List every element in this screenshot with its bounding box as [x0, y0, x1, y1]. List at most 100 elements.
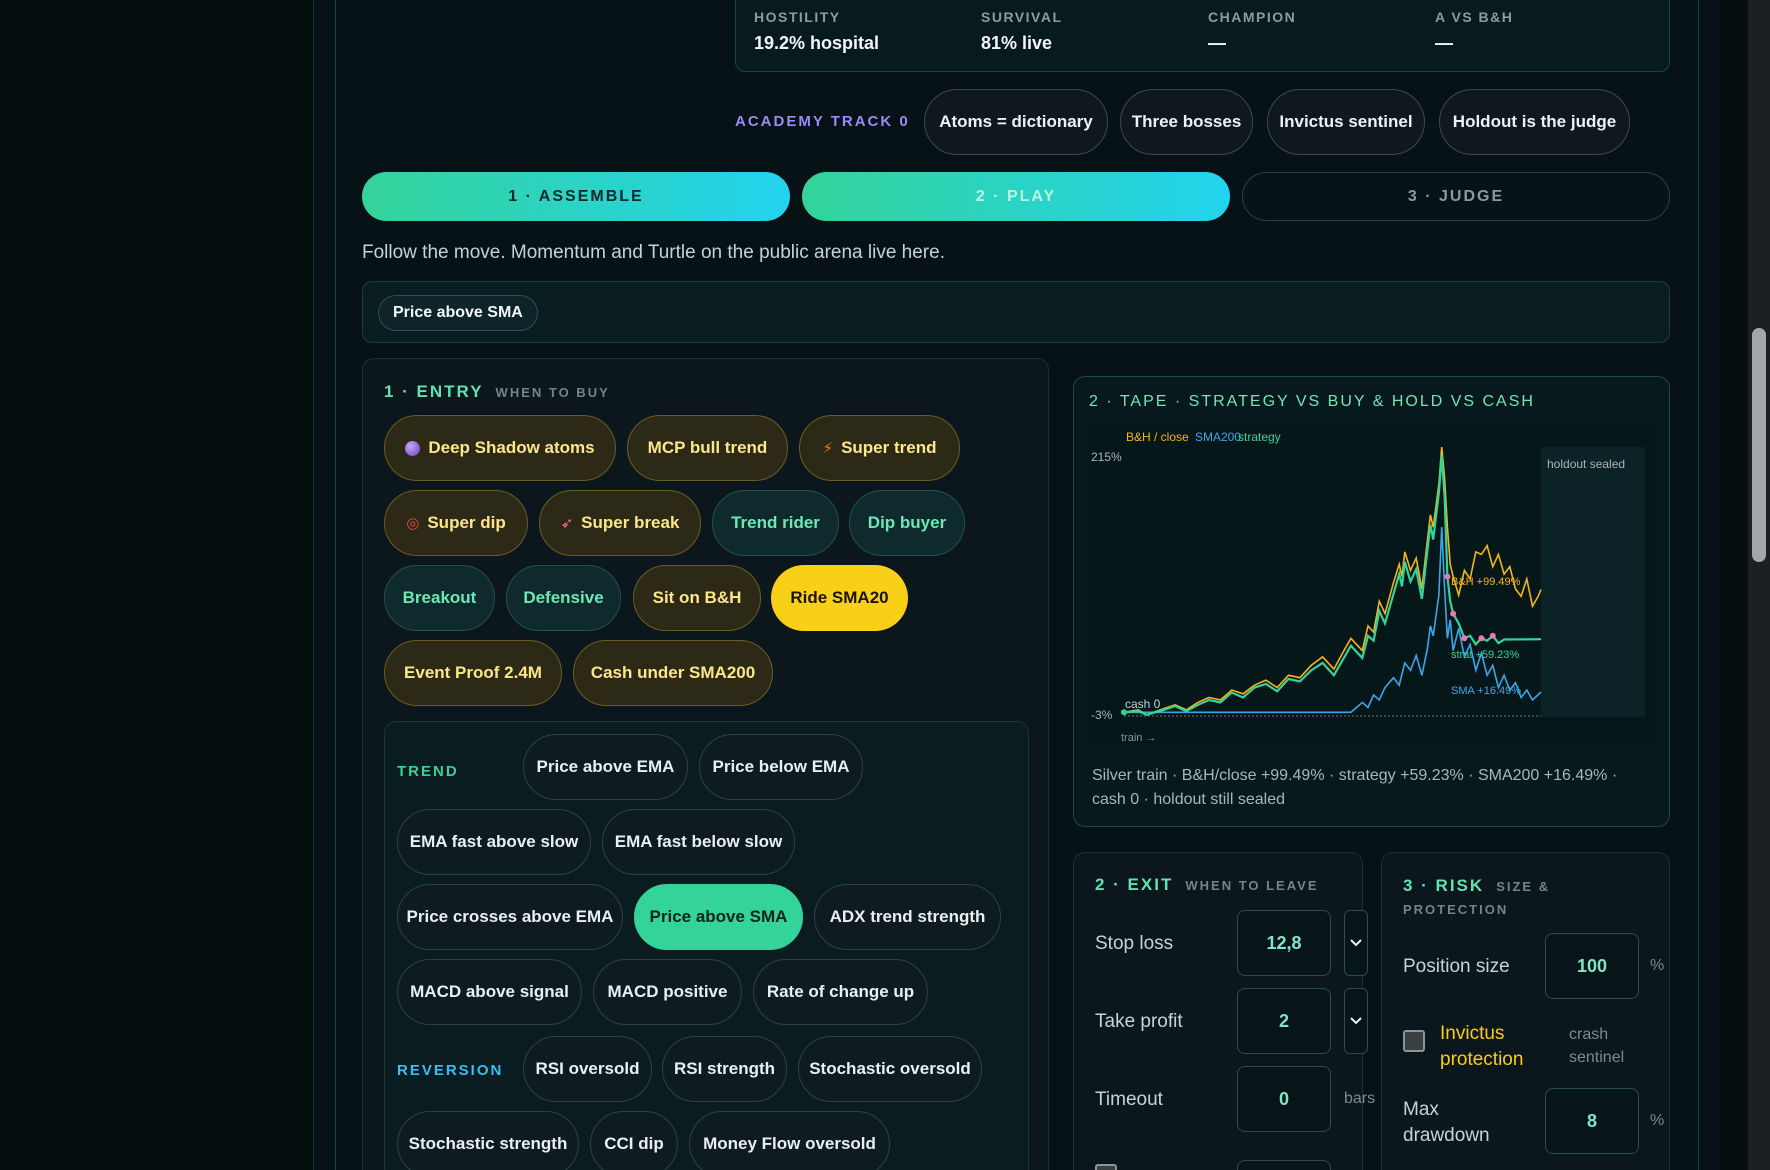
stat-survival: SURVIVAL 81% live: [981, 9, 1063, 53]
left-gutter: [0, 0, 313, 1170]
cond-rsi-oversold[interactable]: RSI oversold: [523, 1036, 652, 1102]
holdout-label: holdout sealed: [1547, 457, 1625, 471]
take-profit-dropdown[interactable]: [1344, 988, 1368, 1054]
exit-title: 2 · EXIT WHEN TO LEAVE: [1095, 875, 1319, 894]
cash-label: cash 0: [1125, 697, 1161, 711]
trade-marker: [1489, 632, 1496, 639]
preset-trend-rider[interactable]: Trend rider: [712, 490, 839, 556]
preset-dip-buyer[interactable]: Dip buyer: [849, 490, 965, 556]
category-reversion-label: REVERSION: [397, 1062, 504, 1079]
academy-chip-bosses[interactable]: Three bosses: [1120, 89, 1253, 155]
preset-sit-on-bh[interactable]: Sit on B&H: [633, 565, 761, 631]
stop-loss-input[interactable]: 12,8: [1237, 910, 1331, 976]
invictus-note: crash sentinel: [1569, 1026, 1625, 1066]
preset-super-trend[interactable]: ⚡ Super trend: [799, 415, 960, 481]
lightning-icon: ⚡: [822, 440, 834, 457]
position-size-input[interactable]: 100: [1545, 933, 1639, 999]
exit-panel: 2 · EXIT WHEN TO LEAVE Stop loss 12,8 Tak…: [1073, 852, 1375, 1170]
chevron-down-icon: [1350, 1017, 1362, 1025]
position-size-label: Position size: [1403, 956, 1510, 977]
trade-marker: [1478, 635, 1485, 642]
preset-defensive[interactable]: Defensive: [506, 565, 621, 631]
take-profit-input[interactable]: 2: [1237, 988, 1331, 1054]
legend-sma200: SMA200: [1195, 430, 1241, 444]
timeout-unit: bars: [1344, 1090, 1376, 1107]
cond-rsi-strength[interactable]: RSI strength: [662, 1036, 787, 1102]
cond-price-above-ema[interactable]: Price above EMA: [523, 734, 688, 800]
cond-price-crosses-above-ema[interactable]: Price crosses above EMA: [397, 884, 623, 950]
scrollbar-thumb[interactable]: [1752, 328, 1766, 562]
entry-title: 1 · ENTRY WHEN TO BUY: [384, 382, 610, 401]
preset-super-break[interactable]: ➶ Super break: [539, 490, 701, 556]
step-subtitle: Follow the move. Momentum and Turtle on …: [362, 242, 945, 263]
step-play[interactable]: 2 · PLAY: [802, 172, 1230, 221]
cond-price-below-ema[interactable]: Price below EMA: [699, 734, 863, 800]
selected-conditions-bar: Price above SMA: [362, 281, 1670, 343]
position-size-unit: %: [1650, 957, 1665, 974]
academy-chip-invictus[interactable]: Invictus sentinel: [1267, 89, 1425, 155]
cond-money-flow-oversold[interactable]: Money Flow oversold: [689, 1111, 890, 1170]
exit-extra-input[interactable]: [1237, 1160, 1331, 1170]
condition-catalog: TREND Price above EMA Price below EMA EM…: [384, 721, 1029, 1170]
rocket-icon: ➶: [560, 515, 574, 532]
start-marker: [1121, 709, 1127, 716]
stop-loss-label: Stop loss: [1095, 933, 1174, 954]
preset-deep-shadow[interactable]: Deep Shadow atoms: [384, 415, 616, 481]
legend-bh: B&H / close: [1126, 430, 1189, 444]
invictus-label: Invictus protection: [1440, 1023, 1524, 1070]
selected-chip-price-above-sma[interactable]: Price above SMA: [378, 295, 538, 331]
preset-mcp-bull[interactable]: MCP bull trend: [627, 415, 788, 481]
cond-stochastic-strength[interactable]: Stochastic strength: [397, 1111, 579, 1170]
y-bottom-label: -3%: [1091, 708, 1113, 722]
sma-final-label: SMA +16.49%: [1451, 685, 1521, 697]
timeout-input[interactable]: 0: [1237, 1066, 1331, 1132]
preset-super-dip[interactable]: ◎ Super dip: [384, 490, 528, 556]
take-profit-label: Take profit: [1095, 1011, 1183, 1032]
cond-stochastic-oversold[interactable]: Stochastic oversold: [798, 1036, 982, 1102]
train-label: train →: [1121, 732, 1156, 744]
invictus-checkbox[interactable]: [1403, 1030, 1425, 1052]
cond-cci-dip[interactable]: CCI dip: [590, 1111, 678, 1170]
legend-strategy: strategy: [1238, 430, 1281, 444]
tape-chart-svg: B&H / close SMA200 strategy 215% -3% cas…: [1091, 430, 1645, 744]
strategy-final-label: strat +59.23%: [1451, 649, 1519, 661]
exit-extra-checkbox[interactable]: [1095, 1164, 1117, 1170]
max-drawdown-input[interactable]: 8: [1545, 1088, 1639, 1154]
target-icon: ◎: [406, 515, 420, 532]
max-drawdown-unit: %: [1650, 1112, 1665, 1129]
preset-breakout[interactable]: Breakout: [384, 565, 495, 631]
trade-marker: [1461, 635, 1468, 642]
cond-price-above-sma[interactable]: Price above SMA: [634, 884, 803, 950]
holdout-region: [1541, 447, 1645, 717]
step-assemble[interactable]: 1 · ASSEMBLE: [362, 172, 790, 221]
y-top-label: 215%: [1091, 450, 1122, 464]
stat-champion: CHAMPION —: [1208, 9, 1297, 53]
cond-ema-fast-below-slow[interactable]: EMA fast below slow: [602, 809, 795, 875]
cond-macd-above-signal[interactable]: MACD above signal: [397, 959, 582, 1025]
preset-ride-sma20[interactable]: Ride SMA20: [771, 565, 908, 631]
cond-adx-trend-strength[interactable]: ADX trend strength: [814, 884, 1001, 950]
category-trend-label: TREND: [397, 763, 459, 780]
purple-orb-icon: [405, 440, 421, 456]
trade-marker: [1444, 573, 1451, 580]
stat-hostility: HOSTILITY 19.2% hospital: [754, 9, 880, 53]
step-judge[interactable]: 3 · JUDGE: [1242, 172, 1670, 221]
chevron-down-icon: [1350, 939, 1362, 947]
max-drawdown-label: Max drawdown: [1403, 1099, 1490, 1146]
risk-title: 3 · RISK SIZE & PROTECTION: [1403, 876, 1551, 917]
academy-chip-atoms[interactable]: Atoms = dictionary: [924, 89, 1108, 155]
stop-loss-dropdown[interactable]: [1344, 910, 1368, 976]
risk-panel: 3 · RISK SIZE & PROTECTION Position size …: [1381, 852, 1670, 1170]
cond-rate-of-change-up[interactable]: Rate of change up: [753, 959, 928, 1025]
preset-event-proof[interactable]: Event Proof 2.4M: [384, 640, 562, 706]
page-scrollbar[interactable]: [1748, 0, 1770, 1170]
cond-macd-positive[interactable]: MACD positive: [593, 959, 742, 1025]
tape-caption: Silver train · B&H/close +99.49% · strat…: [1092, 767, 1618, 808]
tape-title: 2 · TAPE · STRATEGY VS BUY & HOLD VS CAS…: [1089, 393, 1535, 410]
preset-cash-under-sma200[interactable]: Cash under SMA200: [573, 640, 773, 706]
cond-ema-fast-above-slow[interactable]: EMA fast above slow: [397, 809, 591, 875]
academy-chip-holdout[interactable]: Holdout is the judge: [1439, 89, 1630, 155]
timeout-label: Timeout: [1095, 1089, 1163, 1110]
entry-panel: 1 · ENTRY WHEN TO BUY Deep Shadow atoms M…: [362, 358, 1049, 1170]
stat-a-vs-bh: A VS B&H —: [1435, 9, 1514, 53]
